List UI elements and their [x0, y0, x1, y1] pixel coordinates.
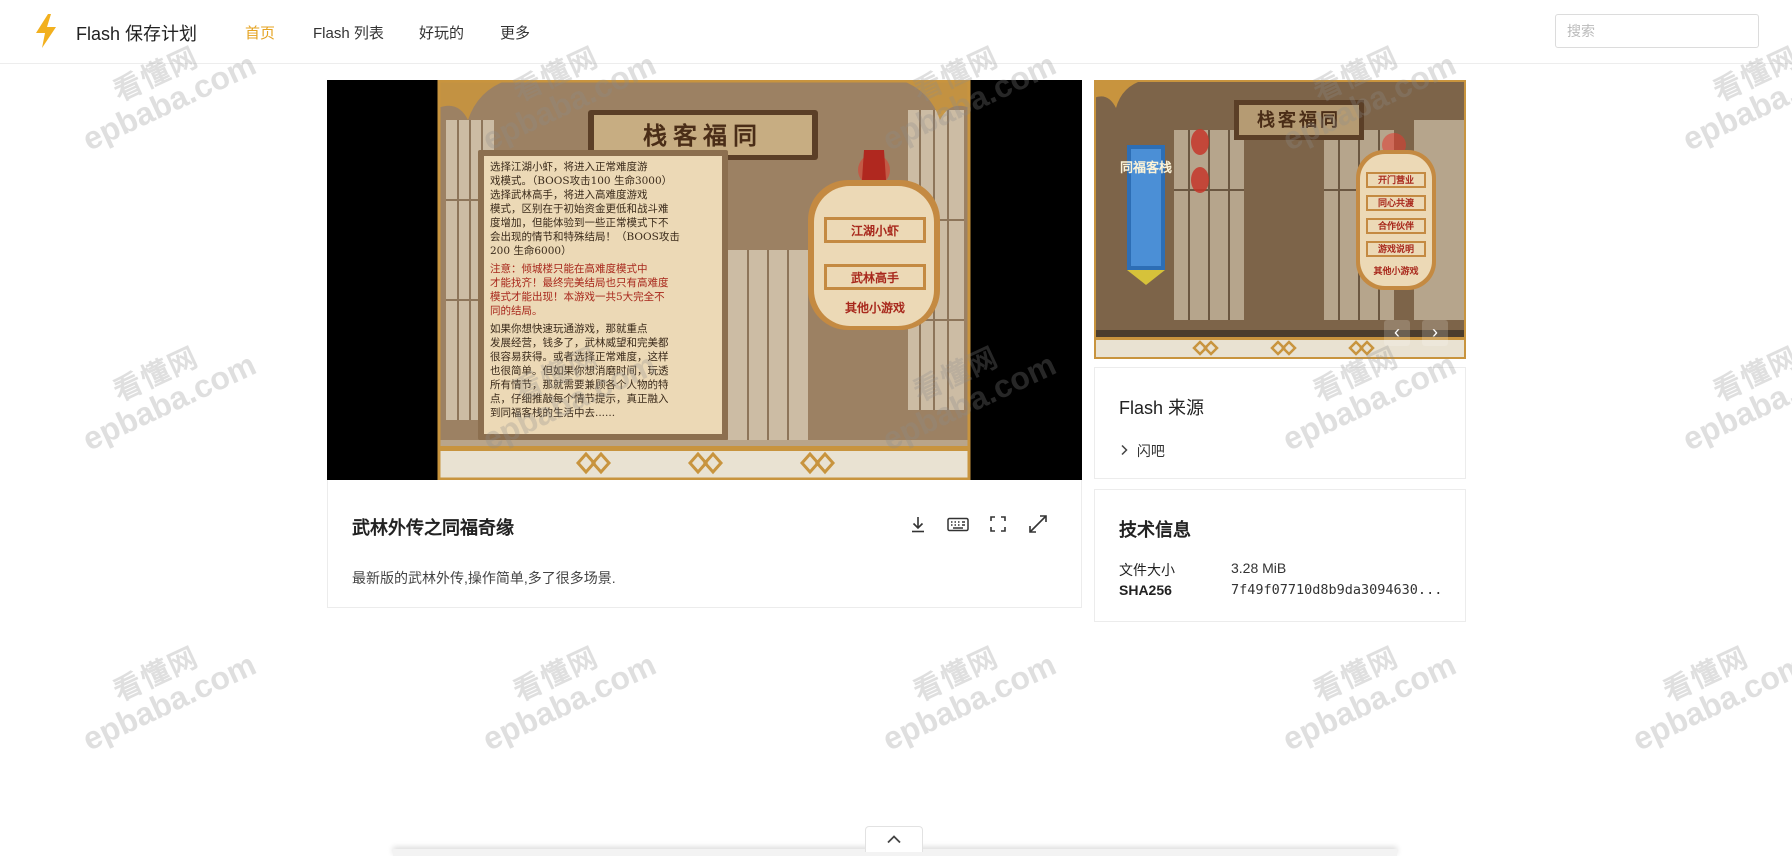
intro-line: 也很简单。但如果你想消磨时间，玩透	[490, 364, 669, 377]
intro-line: 如果你想快速玩通游戏，那就重点	[490, 322, 648, 335]
tech-card-title: 技术信息	[1119, 520, 1191, 540]
banner-text: 同福客栈	[1120, 160, 1172, 176]
chevron-right-icon	[1119, 444, 1133, 459]
gallery-menu-item: 其他小游戏	[1373, 265, 1418, 277]
sha256-value: 7f49f07710d8b9da3094630...	[1231, 582, 1443, 598]
keyboard-button[interactable]	[944, 510, 972, 538]
keyboard-icon	[947, 517, 969, 532]
option-easy-button[interactable]: 江湖小虾	[851, 223, 899, 238]
screenshot-gallery[interactable]: 栈客福同 同福客栈 开门营业 同心共渡 合作伙伴 游戏说明 其他小游戏 ‹ ›	[1094, 80, 1466, 359]
flash-player[interactable]: 栈客福同 选择江湖小虾，将进入正常难度游 戏模式。（BOOS攻击100 生命30…	[327, 79, 1082, 481]
watermark: 看懂网 epbaba.com	[1627, 641, 1792, 758]
nav-flash-list[interactable]: Flash 列表	[313, 22, 384, 43]
intro-line: 很容易获得。或者选择正常难度，这样	[490, 350, 669, 363]
site-title[interactable]: Flash 保存计划	[76, 20, 197, 46]
source-link-flashbar[interactable]: 闪吧	[1119, 441, 1165, 461]
watermark: 看懂网 epbaba.com	[77, 641, 262, 758]
gallery-menu-item: 合作伙伴	[1378, 220, 1414, 232]
intro-line: 发展经营，钱多了，武林威望和完美都	[490, 336, 669, 349]
sha256-label: SHA256	[1119, 582, 1172, 598]
gallery-menu-item: 游戏说明	[1378, 243, 1414, 255]
gallery-image: 栈客福同 同福客栈 开门营业 同心共渡 合作伙伴 游戏说明 其他小游戏	[1094, 80, 1466, 359]
intro-line: 同的结局。	[490, 304, 543, 317]
expand-button[interactable]	[1024, 510, 1052, 538]
watermark: 看懂网 epbaba.com	[877, 641, 1062, 758]
top-navbar: Flash 保存计划 首页 Flash 列表 好玩的 更多	[0, 0, 1792, 64]
intro-line: 200 生命6000）	[490, 244, 572, 257]
intro-line: 到同福客栈的生活中去......	[490, 406, 615, 419]
gallery-signboard: 栈客福同	[1257, 109, 1341, 131]
file-size-label: 文件大小	[1119, 562, 1175, 578]
gallery-next-button[interactable]: ›	[1422, 320, 1448, 346]
signboard-text: 栈客福同	[643, 121, 763, 150]
nav-more[interactable]: 更多	[500, 22, 530, 43]
intro-line: 注意：倾城楼只能在高难度模式中	[490, 262, 648, 275]
watermark: 看懂网 epbaba.com	[1677, 341, 1792, 458]
intro-line: 模式，区别在于初始资金更低和战斗难	[490, 202, 669, 215]
option-more-button[interactable]: 其他小游戏	[845, 300, 905, 315]
svg-text:同福客栈: 同福客栈	[1120, 160, 1172, 176]
option-hard-button[interactable]: 武林高手	[851, 270, 899, 285]
gallery-prev-button[interactable]: ‹	[1384, 320, 1410, 346]
intro-line: 模式才能出现！本游戏一共5大完全不	[490, 290, 665, 303]
intro-line: 度增加，但能体验到一些正常模式下不	[490, 216, 669, 229]
intro-line: 会出现的情节和特殊结局！（BOOS攻击	[490, 230, 680, 243]
gallery-menu-item: 开门营业	[1378, 174, 1414, 186]
download-icon	[912, 517, 924, 533]
fullscreen-icon	[990, 516, 1006, 532]
nav-home[interactable]: 首页	[245, 22, 275, 43]
watermark: 看懂网 epbaba.com	[477, 641, 662, 758]
lightning-logo-icon[interactable]	[34, 14, 58, 48]
tech-info-card: 技术信息 文件大小 3.28 MiB SHA256 7f49f07710d8b9…	[1094, 489, 1466, 622]
nav-fun[interactable]: 好玩的	[419, 22, 464, 43]
search-input[interactable]	[1555, 14, 1759, 48]
download-button[interactable]	[904, 510, 932, 538]
gallery-menu-item: 同心共渡	[1378, 197, 1415, 209]
watermark: 看懂网 epbaba.com	[1277, 641, 1462, 758]
scroll-up-button[interactable]	[865, 826, 923, 852]
expand-icon	[1029, 515, 1047, 533]
game-screen[interactable]: 栈客福同 选择江湖小虾，将进入正常难度游 戏模式。（BOOS攻击100 生命30…	[327, 79, 1082, 481]
game-description: 最新版的武林外传,操作简单,多了很多场景.	[352, 570, 616, 586]
chevron-up-icon	[887, 835, 901, 844]
fullscreen-button[interactable]	[984, 510, 1012, 538]
intro-line: 戏模式。（BOOS攻击100 生命3000）	[490, 174, 672, 187]
intro-line: 点，仔细推敲每个情节提示，真正融入	[490, 392, 669, 405]
source-link-label: 闪吧	[1136, 443, 1165, 459]
game-info-card: 武林外传之同福奇缘 最新版的武林外传,操作简单,多了很多场景.	[327, 480, 1082, 608]
intro-line: 选择江湖小虾，将进入正常难度游	[490, 160, 648, 173]
watermark: 看懂网 epbaba.com	[77, 341, 262, 458]
intro-line: 选择武林高手，将进入高难度游戏	[490, 188, 648, 201]
flash-source-card: Flash 来源 闪吧	[1094, 367, 1466, 479]
game-title: 武林外传之同福奇缘	[352, 518, 514, 538]
intro-line: 才能找齐！最终完美结局也只有高难度	[490, 276, 669, 289]
source-card-title: Flash 来源	[1119, 398, 1205, 418]
intro-line: 所有情节，那就需要兼顾各个人物的特	[490, 378, 669, 391]
file-size-value: 3.28 MiB	[1231, 560, 1287, 576]
